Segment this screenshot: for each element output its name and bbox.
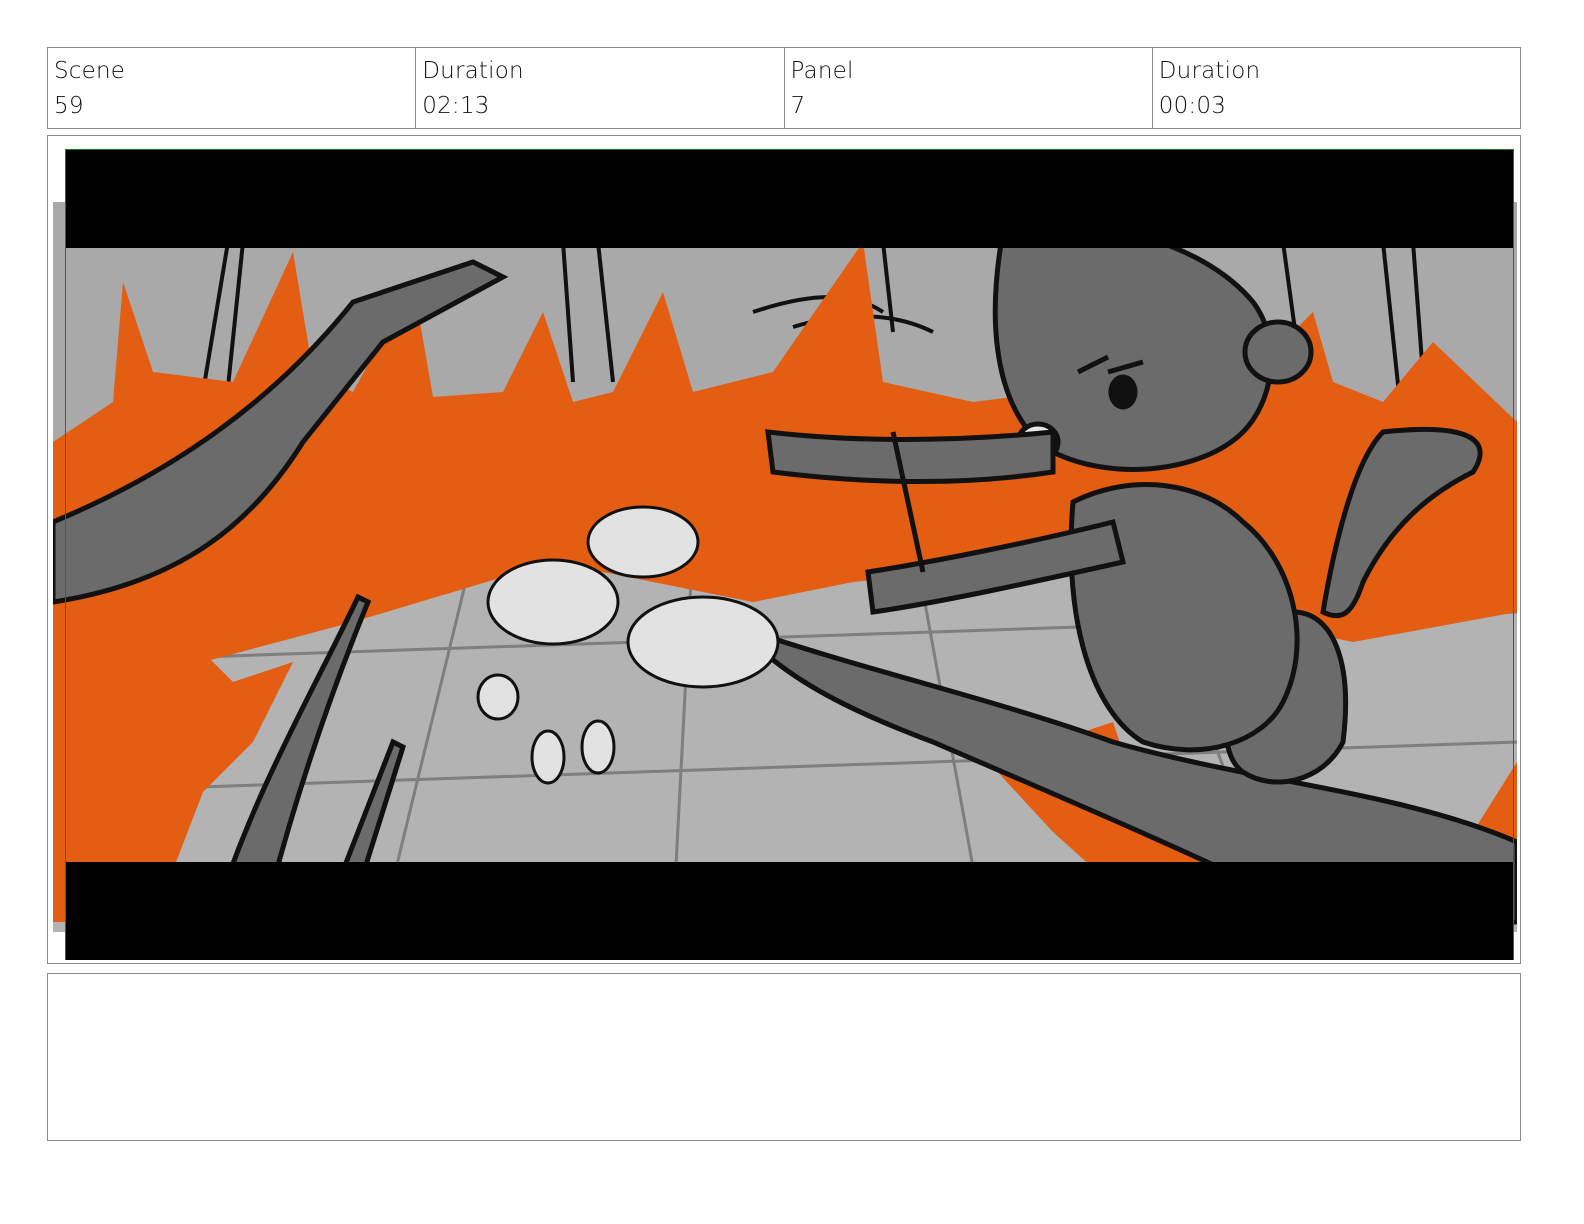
scene-number[interactable]: 59: [54, 89, 415, 124]
panel-duration-cell: Duration 00:03: [1153, 48, 1520, 128]
panel-cell: Panel 7: [785, 48, 1153, 128]
panel-duration-label: Duration: [1158, 58, 1261, 84]
scene-label: Scene: [54, 58, 126, 84]
letterbox-bottom: [65, 862, 1514, 960]
storyboard-frame[interactable]: [47, 135, 1521, 964]
panel-label: Panel: [790, 58, 854, 84]
letterbox-top: [65, 149, 1514, 248]
scene-cell: Scene 59: [48, 48, 417, 128]
storyboard-drawing[interactable]: [53, 142, 1517, 960]
scene-duration-value[interactable]: 02:13: [422, 89, 783, 124]
scene-duration-cell: Duration 02:13: [416, 48, 785, 128]
scene-duration-label: Duration: [422, 58, 524, 84]
panel-notes-field[interactable]: [47, 973, 1521, 1141]
panel-number[interactable]: 7: [791, 89, 1152, 124]
panel-duration-value[interactable]: 00:03: [1159, 89, 1520, 124]
panel-info-table: Scene 59 Duration 02:13 Panel 7 Duration…: [47, 47, 1521, 129]
